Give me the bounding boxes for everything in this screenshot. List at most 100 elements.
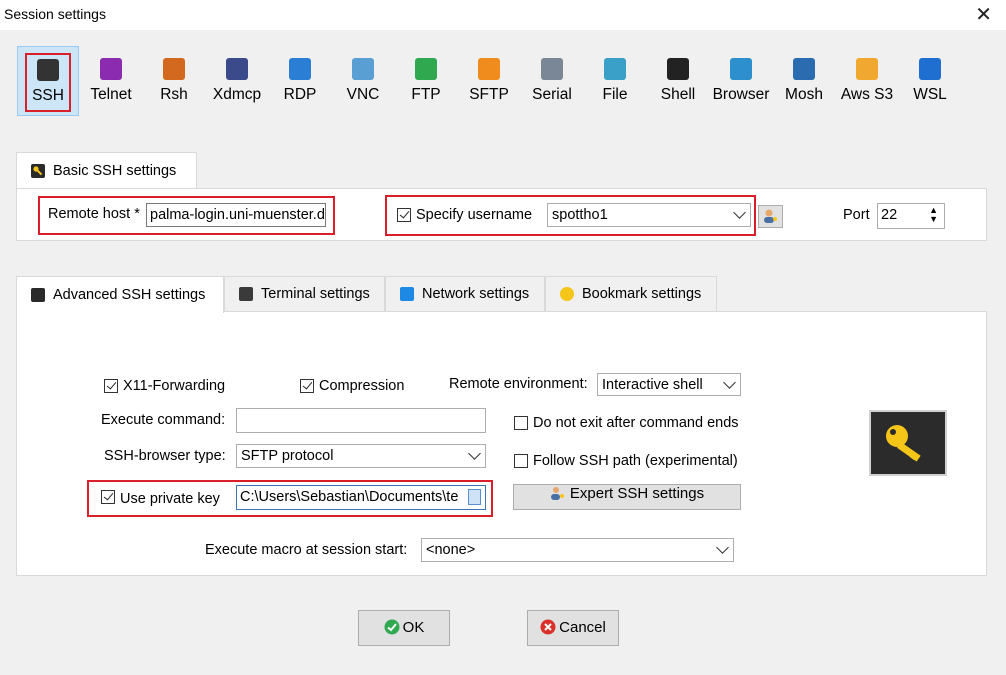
chevron-down-icon [716, 541, 729, 554]
tab-terminal-settings[interactable]: Terminal settings [224, 276, 385, 311]
tab-label: Terminal settings [261, 286, 370, 302]
port-label: Port [843, 207, 870, 223]
check-circle-icon [384, 619, 400, 635]
serial-plug-icon [541, 58, 563, 80]
compression-checkbox[interactable] [300, 379, 314, 393]
browser-globe-icon [730, 58, 752, 80]
tab-network-settings[interactable]: Network settings [385, 276, 545, 311]
wsl-windows-icon [919, 58, 941, 80]
ssh-key-large-icon [869, 410, 947, 476]
protocol-browser[interactable]: Browser [711, 46, 771, 114]
execute-macro-value: <none> [426, 542, 476, 558]
protocol-ssh[interactable]: SSH [17, 46, 79, 116]
user-manager-button[interactable] [758, 205, 783, 228]
ok-button[interactable]: OK [358, 610, 450, 646]
user-key-icon [763, 209, 777, 223]
key-icon [886, 425, 921, 462]
protocol-serial[interactable]: Serial [522, 46, 582, 114]
ftp-globe-icon [415, 58, 437, 80]
cancel-label: Cancel [559, 619, 606, 636]
rsh-icon [163, 58, 185, 80]
chevron-down-icon [468, 447, 481, 460]
chevron-down-icon [733, 206, 746, 219]
remote-host-input[interactable]: palma-login.uni-muenster.d [146, 203, 326, 227]
key-icon [31, 164, 45, 178]
x11-forwarding-label: X11-Forwarding [123, 378, 226, 394]
execute-command-label: Execute command: [101, 412, 226, 428]
network-icon [400, 287, 414, 301]
protocol-label: WSL [913, 86, 947, 103]
file-monitor-icon [604, 58, 626, 80]
tab-label: Advanced SSH settings [53, 287, 206, 303]
protocol-mosh[interactable]: Mosh [774, 46, 834, 114]
x11-forwarding-checkbox[interactable] [104, 379, 118, 393]
protocol-sftp[interactable]: SFTP [459, 46, 519, 114]
protocol-xdmcp[interactable]: Xdmcp [207, 46, 267, 114]
window-title: Session settings [4, 6, 106, 22]
cancel-button[interactable]: Cancel [527, 610, 619, 646]
mosh-antenna-icon [793, 58, 815, 80]
cancel-circle-icon [540, 619, 556, 635]
execute-macro-label: Execute macro at session start: [205, 542, 408, 558]
ssh-key-icon [37, 59, 59, 81]
tab-label: Basic SSH settings [53, 163, 177, 179]
ssh-browser-type-label: SSH-browser type: [104, 448, 226, 464]
aws-s3-icon [856, 58, 878, 80]
private-key-path-input[interactable]: C:\Users\Sebastian\Documents\te [236, 485, 486, 510]
remote-environment-label: Remote environment: [449, 376, 588, 392]
tab-label: Bookmark settings [582, 286, 702, 302]
do-not-exit-label: Do not exit after command ends [533, 415, 739, 431]
execute-command-input[interactable] [236, 408, 486, 433]
sftp-globe-icon [478, 58, 500, 80]
xdmcp-icon [226, 58, 248, 80]
advanced-settings-panel [16, 311, 987, 576]
use-private-key-label: Use private key [120, 491, 220, 507]
ok-label: OK [402, 619, 425, 636]
close-button[interactable]: ✕ [975, 2, 992, 27]
chevron-down-icon [723, 376, 736, 389]
execute-macro-select[interactable]: <none> [421, 538, 734, 562]
tab-bookmark-settings[interactable]: Bookmark settings [545, 276, 717, 311]
protocol-ftp[interactable]: FTP [396, 46, 456, 114]
shell-terminal-icon [667, 58, 689, 80]
spinner-arrows-icon[interactable]: ▲ ▼ [929, 206, 938, 224]
star-icon [560, 287, 574, 301]
private-key-path-value: C:\Users\Sebastian\Documents\te [240, 489, 459, 505]
follow-ssh-path-checkbox[interactable] [514, 454, 528, 468]
use-private-key-checkbox[interactable] [101, 490, 115, 504]
protocol-vnc[interactable]: VNC [333, 46, 393, 114]
remote-environment-select[interactable]: Interactive shell [597, 373, 741, 396]
vnc-icon [352, 58, 374, 80]
protocol-shell[interactable]: Shell [648, 46, 708, 114]
do-not-exit-checkbox[interactable] [514, 416, 528, 430]
tab-basic-ssh-settings[interactable]: Basic SSH settings [16, 152, 197, 189]
tab-advanced-ssh-settings[interactable]: Advanced SSH settings [16, 276, 224, 313]
telnet-icon [100, 58, 122, 80]
user-settings-icon [550, 487, 564, 500]
remote-environment-value: Interactive shell [602, 377, 703, 393]
title-bar [0, 0, 1006, 30]
protocol-wsl[interactable]: WSL [900, 46, 960, 114]
compression-label: Compression [319, 378, 405, 394]
protocol-telnet[interactable]: Telnet [81, 46, 141, 114]
follow-ssh-path-label: Follow SSH path (experimental) [533, 453, 738, 469]
rdp-icon [289, 58, 311, 80]
key-icon [31, 288, 45, 302]
terminal-icon [239, 287, 253, 301]
expert-ssh-settings-label: Expert SSH settings [569, 485, 705, 502]
port-spinner[interactable]: 22 ▲ ▼ [877, 203, 945, 229]
protocol-aws-s3[interactable]: Aws S3 [837, 46, 897, 114]
username-value: spottho1 [552, 207, 608, 223]
expert-ssh-settings-button[interactable]: Expert SSH settings [513, 484, 741, 510]
protocol-rsh[interactable]: Rsh [144, 46, 204, 114]
browse-file-icon[interactable] [468, 489, 481, 505]
ssh-browser-type-select[interactable]: SFTP protocol [236, 444, 486, 468]
port-value: 22 [881, 207, 898, 223]
protocol-file[interactable]: File [585, 46, 645, 114]
specify-username-checkbox[interactable] [397, 208, 411, 222]
protocol-rdp[interactable]: RDP [270, 46, 330, 114]
ssh-browser-type-value: SFTP protocol [241, 448, 334, 464]
username-select[interactable]: spottho1 [547, 203, 751, 227]
tab-label: Network settings [422, 286, 530, 302]
remote-host-label: Remote host * [48, 206, 140, 222]
